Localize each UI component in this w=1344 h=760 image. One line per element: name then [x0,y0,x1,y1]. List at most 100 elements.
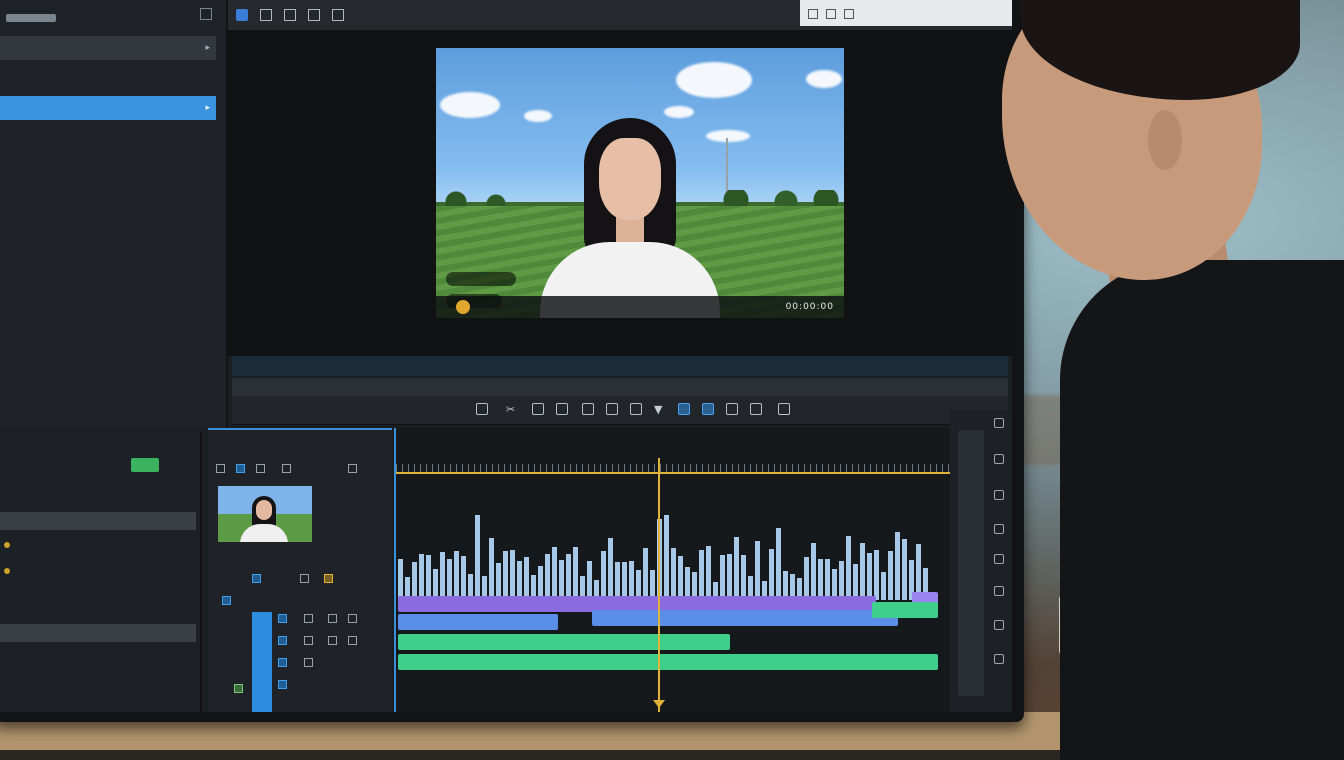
waveform-bar [475,515,480,600]
copy-icon[interactable] [726,403,738,415]
settings-icon[interactable] [332,9,344,21]
timeline[interactable] [394,428,952,712]
bin-tool-icon[interactable] [304,636,313,645]
layers-icon[interactable] [702,403,714,415]
audio-icon[interactable] [750,403,762,415]
effects-category-row[interactable] [0,512,196,530]
star-icon[interactable] [556,403,568,415]
playback-bar: 00:00:00 [436,296,844,318]
effects-row[interactable] [0,536,196,554]
waveform-bar [489,538,494,600]
crop-icon[interactable] [476,403,488,415]
window-control-icon[interactable] [844,9,854,19]
flag-icon[interactable] [260,9,272,21]
waveform-bar [615,562,620,600]
delete-icon[interactable] [606,403,618,415]
waveform-bar [412,562,417,600]
status-dot-icon [4,542,10,548]
panel-menu-icon[interactable] [200,8,212,20]
project-panel-title [6,14,56,22]
bin-tool-icon[interactable] [348,464,357,473]
editor-screen: ▸ ▸ 00:00:00 ✂ ▼ [0,0,1012,712]
waveform-bar [699,550,704,600]
image-icon[interactable] [308,9,320,21]
waveform-bar [769,549,774,600]
bin-tool-icon[interactable] [300,574,309,583]
effects-panel-header [0,438,196,456]
waveform-bar [622,562,627,600]
waveform-bar [811,543,816,600]
waveform-bar [440,552,445,600]
waveform-bar [510,550,515,600]
text-icon[interactable] [582,403,594,415]
waveform-bar [902,539,907,600]
bin-tool-icon[interactable] [236,464,245,473]
track-icon[interactable] [678,403,690,415]
waveform-bar [454,551,459,600]
bin-tool-icon[interactable] [252,574,261,583]
window-control-icon[interactable] [826,9,836,19]
effects-row[interactable] [0,492,196,510]
bin-tool-icon[interactable] [282,464,291,473]
link-icon[interactable] [532,403,544,415]
waveform-bar [447,559,452,600]
project-item-row[interactable] [0,70,216,94]
timeline-scrollbar[interactable] [958,430,984,696]
media-bin [208,428,392,712]
waveform-bar [419,554,424,600]
apply-button[interactable] [131,458,159,472]
bin-tool-icon[interactable] [304,658,313,667]
bin-tool-icon[interactable] [278,614,287,623]
waveform-bar [545,554,550,600]
effects-row[interactable] [0,460,196,478]
waveform-bar [629,561,634,600]
time-ruler[interactable] [396,450,952,474]
audio-clip[interactable] [872,602,938,618]
bin-tool-icon[interactable] [216,464,225,473]
waveform-bar [734,537,739,600]
list-icon[interactable] [630,403,642,415]
video-clip[interactable] [592,610,898,626]
waveform-bar [503,551,508,600]
window-control-icon[interactable] [808,9,818,19]
bin-tool-icon[interactable] [304,614,313,623]
waveform-bar [559,560,564,600]
playhead[interactable] [653,458,665,712]
waveform-bar [496,563,501,600]
bin-tool-icon[interactable] [328,636,337,645]
bin-tool-icon[interactable] [278,680,287,689]
waveform-bar [853,564,858,600]
audio-clip[interactable] [398,654,938,670]
bin-tool-icon[interactable] [278,658,287,667]
effects-row[interactable] [0,602,196,620]
waveform-bar [461,556,466,600]
video-clip[interactable] [398,614,558,630]
video-preview[interactable]: 00:00:00 [436,48,844,318]
effects-row[interactable] [0,562,196,580]
bin-tool-icon[interactable] [348,636,357,645]
waveform-bar [706,546,711,600]
project-item-row[interactable] [0,118,216,142]
project-item-selected[interactable]: ▸ [0,96,216,120]
scissors-icon[interactable]: ✂ [506,403,518,416]
bin-tool-icon[interactable] [348,614,357,623]
waveform-bar [552,547,557,600]
clip-thumbnail[interactable] [218,486,312,542]
bin-tool-icon[interactable] [328,614,337,623]
folder-icon[interactable] [284,9,296,21]
overlay-caption [446,272,516,286]
bin-tool-icon[interactable] [256,464,265,473]
effects-row[interactable] [0,582,196,600]
loop-icon[interactable] [778,403,790,415]
bin-tool-icon[interactable] [278,636,287,645]
waveform-bar [818,559,823,600]
filter-icon[interactable]: ▼ [654,403,666,416]
project-item-row[interactable]: ▸ [0,36,216,60]
audio-clip[interactable] [398,634,730,650]
effects-category-row[interactable] [0,624,196,642]
bin-tool-icon[interactable] [234,684,243,693]
play-icon[interactable] [456,300,470,314]
bin-tool-icon[interactable] [324,574,333,583]
bin-tool-icon[interactable] [222,596,231,605]
waveform-bar [538,566,543,600]
